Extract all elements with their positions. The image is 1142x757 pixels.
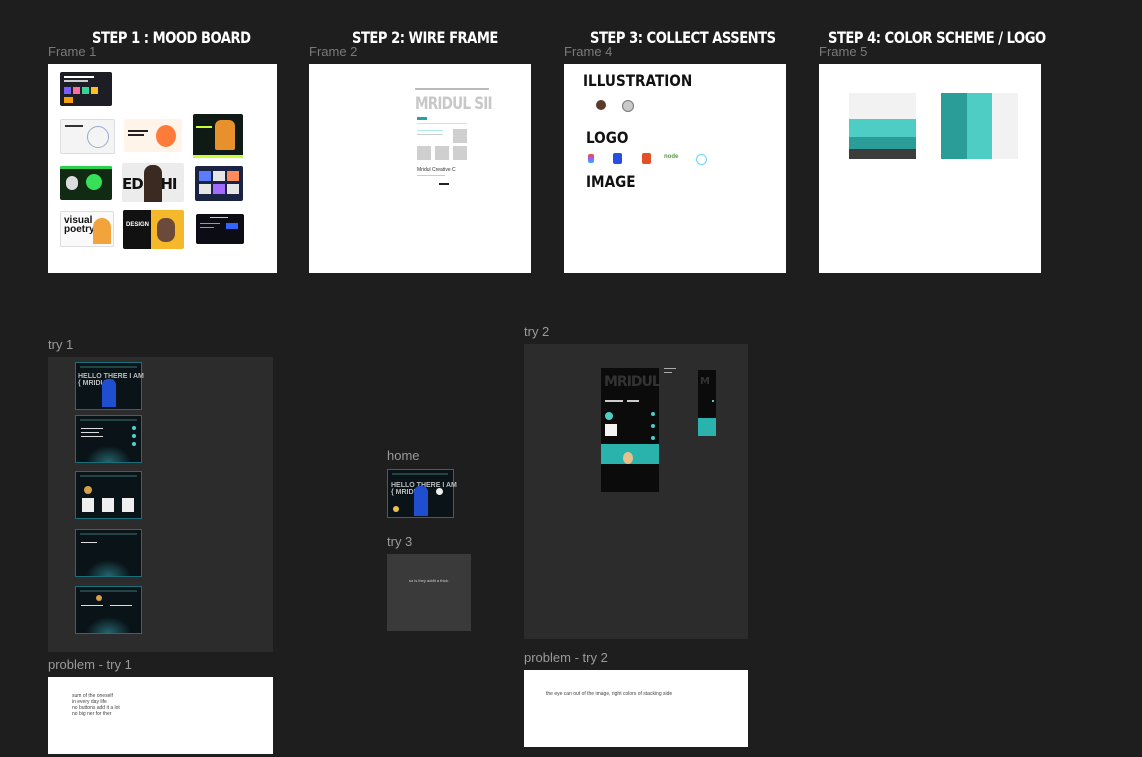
swatch-dark-teal[interactable] [849, 137, 916, 149]
wireframe-heading: MRIDUL SII [415, 94, 493, 114]
try2-desktop-mockup[interactable]: MRIDUL [601, 368, 661, 492]
try2-heading: MRIDUL [604, 374, 661, 390]
try1-screen-3[interactable] [75, 471, 142, 519]
step2-title: STEP 2: WIRE FRAME [352, 28, 498, 47]
step3-title: STEP 3: COLLECT ASSENTS [590, 28, 776, 47]
try2-annotation-1 [664, 368, 676, 384]
frame4-assets[interactable]: ILLUSTRATION LOGO node IMAGE [564, 64, 786, 273]
frame1-label[interactable]: Frame 1 [48, 44, 96, 59]
moodboard-thumb-5[interactable] [60, 166, 112, 200]
image-heading: IMAGE [586, 172, 636, 191]
frame5-color-scheme[interactable] [819, 64, 1041, 273]
logo-stripe-teal[interactable] [967, 93, 992, 159]
wireframe-subtext: Mridul Creative C [417, 167, 456, 173]
step1-title: STEP 1 : MOOD BOARD [92, 28, 251, 47]
try1-frame[interactable]: HELLO THERE I AM { MRIDUL } [48, 357, 273, 652]
try1-screen-5[interactable] [75, 586, 142, 634]
moodboard-thumb-7[interactable] [195, 166, 243, 201]
css3-logo-icon[interactable] [613, 153, 622, 164]
moodboard-thumb-1[interactable] [60, 72, 112, 106]
illustration-avatar-2[interactable] [622, 100, 634, 112]
figma-logo-icon[interactable] [588, 154, 594, 163]
react-logo-icon[interactable] [696, 154, 707, 165]
problem-try2-frame[interactable]: the eye can out of the image, right colo… [524, 670, 748, 747]
problem-try1-label[interactable]: problem - try 1 [48, 657, 132, 672]
canvas: { "steps": { "step1": "STEP 1 : MOOD BOA… [0, 0, 1142, 757]
frame4-label[interactable]: Frame 4 [564, 44, 612, 59]
moodboard-thumb-8[interactable]: visual poetry [60, 211, 114, 247]
illustration-heading: ILLUSTRATION [583, 71, 693, 90]
try3-note: so is they addit a thick [409, 578, 449, 583]
moodboard-thumb-3[interactable] [124, 119, 182, 152]
try2-mobile-mockup[interactable]: M [698, 370, 716, 436]
try2-frame[interactable]: MRIDUL M [524, 344, 748, 639]
try1-label[interactable]: try 1 [48, 337, 73, 352]
moodboard-thumb-2[interactable] [60, 119, 115, 154]
try1-screen-2[interactable] [75, 415, 142, 463]
problem-try2-label[interactable]: problem - try 2 [524, 650, 608, 665]
problem-try1-note: sum of the oneself in every day life no … [72, 693, 120, 717]
nodejs-logo-icon[interactable]: node [664, 154, 678, 160]
swatch-charcoal[interactable] [849, 149, 916, 159]
logo-stripe-dark-teal[interactable] [941, 93, 967, 159]
moodboard-thumb-10[interactable] [196, 214, 244, 244]
frame2-label[interactable]: Frame 2 [309, 44, 357, 59]
problem-try2-note: the eye can out of the image, right colo… [546, 691, 673, 697]
try1-screen-1[interactable]: HELLO THERE I AM { MRIDUL } [75, 362, 144, 410]
try2-label[interactable]: try 2 [524, 324, 549, 339]
design-text: DESIGN [126, 222, 150, 228]
moodboard-thumb-4[interactable] [193, 114, 243, 158]
html5-logo-icon[interactable] [642, 153, 651, 164]
swatch-teal[interactable] [849, 119, 916, 137]
visual-poetry-text: visual poetry [64, 215, 95, 235]
logo-stripe-light[interactable] [992, 93, 1018, 159]
try1-screen-4[interactable] [75, 529, 142, 577]
illustration-avatar-1[interactable] [596, 100, 606, 110]
try3-frame[interactable]: so is they addit a thick [387, 554, 471, 631]
moodboard-thumb-6[interactable]: ED THI [122, 163, 184, 202]
logo-heading: LOGO [586, 128, 629, 147]
frame5-label[interactable]: Frame 5 [819, 44, 867, 59]
frame2-wireframe[interactable]: MRIDUL SII Mridul Creative C [309, 64, 531, 273]
frame1-moodboard[interactable]: ED THI visual poetry DESIGN [48, 64, 277, 273]
try3-label[interactable]: try 3 [387, 534, 412, 549]
swatch-light[interactable] [849, 93, 916, 119]
problem-try1-frame[interactable]: sum of the oneself in every day life no … [48, 677, 273, 754]
home-label[interactable]: home [387, 448, 420, 463]
home-frame[interactable]: HELLO THERE I AM { MRIDUL } [387, 469, 457, 518]
moodboard-thumb-9[interactable]: DESIGN [123, 210, 184, 249]
